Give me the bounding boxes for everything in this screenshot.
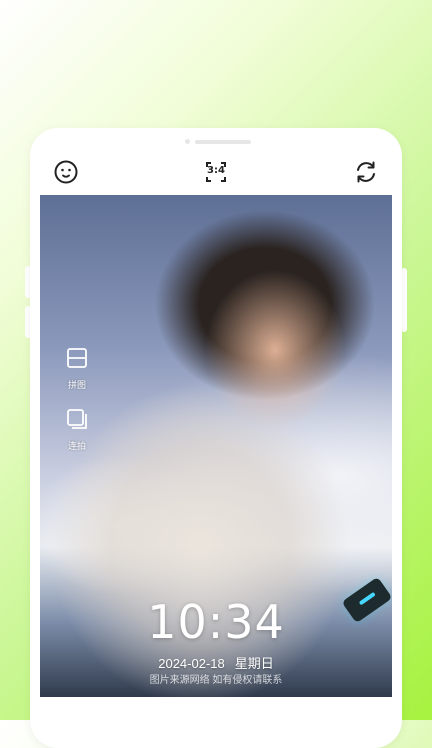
phone-frame: 3:4 拼图 连拍 10:34 2024-02-18 星期日 图片来源网络 如有…: [30, 128, 402, 748]
sticker-face-icon[interactable]: [52, 158, 80, 186]
date-value: 2024-02-18: [158, 656, 225, 671]
collage-label: 拼图: [67, 380, 86, 390]
burst-shot-label: 连拍: [67, 441, 86, 451]
camera-viewfinder[interactable]: 拼图 连拍 10:34 2024-02-18 星期日 图片来源网络 如有侵权请联系: [40, 195, 392, 697]
weekday-value: 星期日: [234, 656, 274, 671]
front-camera: [185, 139, 190, 144]
collage-icon: [67, 348, 87, 368]
switch-camera-icon[interactable]: [352, 158, 380, 186]
lock-screen-time: 10:34: [147, 595, 285, 649]
image-source-note: 图片来源网络 如有侵权请联系: [149, 675, 283, 686]
aspect-ratio-button[interactable]: 3:4: [202, 158, 230, 186]
aspect-ratio-label: 3:4: [207, 165, 225, 176]
burst-shot-icon: [67, 409, 87, 429]
burst-shot-tool[interactable]: 连拍: [62, 408, 92, 452]
collage-tool[interactable]: 拼图: [62, 347, 92, 391]
phone-speaker: [195, 140, 251, 144]
lock-screen-date: 2024-02-18 星期日: [40, 653, 392, 672]
